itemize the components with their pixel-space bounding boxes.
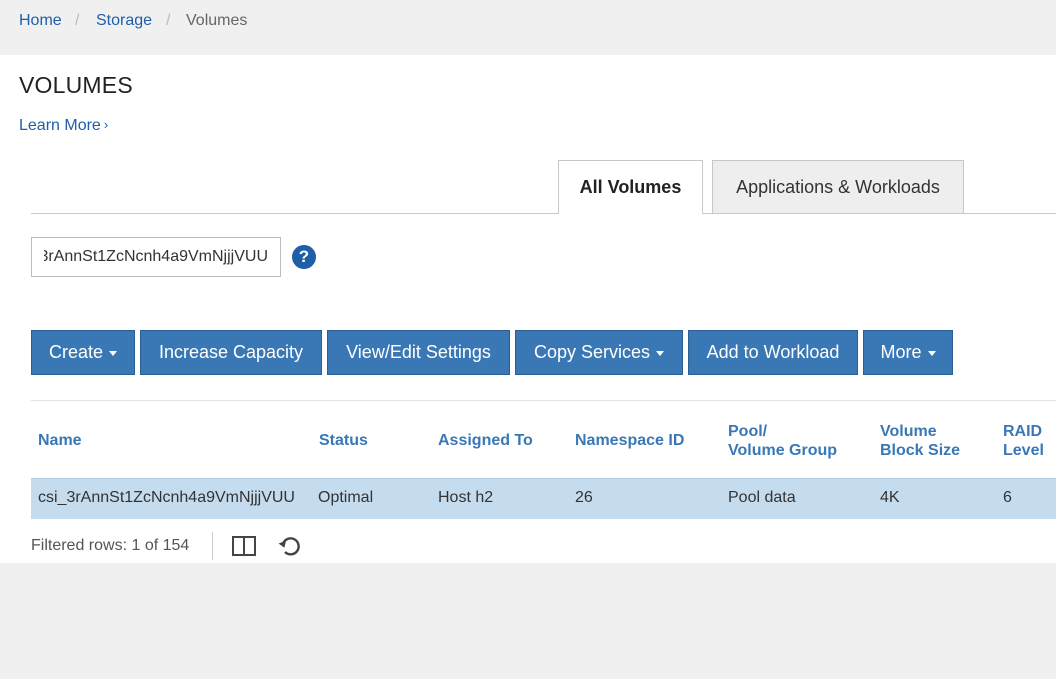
column-header-pool-volume-group[interactable]: Pool/ Volume Group xyxy=(728,422,837,460)
cell-block-size: 4K xyxy=(880,489,900,506)
breadcrumb-volumes: Volumes xyxy=(186,12,248,29)
column-header-line: RAID xyxy=(1003,423,1043,440)
caret-down-icon xyxy=(109,351,118,356)
tab-applications-workloads[interactable]: Applications & Workloads xyxy=(712,160,964,213)
copy-services-button-label: Copy Services xyxy=(533,342,651,362)
increase-capacity-button[interactable]: Increase Capacity xyxy=(140,330,322,375)
more-button[interactable]: More xyxy=(863,330,953,375)
column-header-status[interactable]: Status xyxy=(319,431,368,450)
page-title: VOLUMES xyxy=(19,72,133,98)
view-edit-settings-button[interactable]: View/Edit Settings xyxy=(327,330,510,375)
cell-name: csi_3rAnnSt1ZcNcnh4a9VmNjjjVUU xyxy=(38,489,295,506)
breadcrumb-home[interactable]: Home xyxy=(19,12,62,30)
learn-more-label: Learn More xyxy=(19,117,101,134)
column-header-line: Pool/ xyxy=(728,423,768,440)
breadcrumb: Home / Storage / Volumes xyxy=(0,0,1056,55)
column-header-assigned-to[interactable]: Assigned To xyxy=(438,431,533,450)
breadcrumb-storage[interactable]: Storage xyxy=(96,12,152,30)
chevron-right-icon: › xyxy=(103,117,109,132)
cell-raid-level: 6 xyxy=(1003,489,1012,506)
main-panel: VOLUMES Learn More › All Volumes Applicat… xyxy=(0,55,1056,563)
caret-down-icon xyxy=(656,351,665,356)
tab-all-volumes[interactable]: All Volumes xyxy=(558,160,703,214)
footer-divider xyxy=(212,532,213,560)
question-circle-icon[interactable]: ? xyxy=(292,245,316,269)
column-header-namespace-id[interactable]: Namespace ID xyxy=(575,431,684,450)
caret-down-icon xyxy=(927,351,936,356)
filtered-rows-count: Filtered rows: 1 of 154 xyxy=(31,537,190,554)
column-header-volume-block-size[interactable]: Volume Block Size xyxy=(880,422,960,460)
breadcrumb-separator: / xyxy=(166,12,171,29)
columns-icon[interactable] xyxy=(231,534,257,563)
add-to-workload-button[interactable]: Add to Workload xyxy=(688,330,858,375)
refresh-icon[interactable] xyxy=(278,534,304,563)
learn-more-link[interactable]: Learn More › xyxy=(19,117,108,135)
column-header-line: Level xyxy=(1003,442,1044,459)
column-header-line: Block Size xyxy=(880,442,961,459)
column-header-name[interactable]: Name xyxy=(38,431,82,450)
filter-input[interactable] xyxy=(31,237,281,277)
column-header-raid-level[interactable]: RAID Level xyxy=(1003,422,1044,460)
cell-status: Optimal xyxy=(318,489,374,506)
copy-services-button[interactable]: Copy Services xyxy=(515,330,683,375)
toolbar-divider xyxy=(31,400,1056,401)
cell-namespace-id: 26 xyxy=(575,489,593,506)
create-button[interactable]: Create xyxy=(31,330,135,375)
breadcrumb-separator: / xyxy=(75,12,80,29)
create-button-label: Create xyxy=(48,342,104,362)
column-header-line: Volume Group xyxy=(728,442,838,459)
column-header-line: Volume xyxy=(880,423,937,440)
tab-divider xyxy=(31,213,1056,214)
cell-pool: Pool data xyxy=(728,489,796,506)
more-button-label: More xyxy=(880,342,922,362)
cell-assigned-to: Host h2 xyxy=(438,489,494,506)
